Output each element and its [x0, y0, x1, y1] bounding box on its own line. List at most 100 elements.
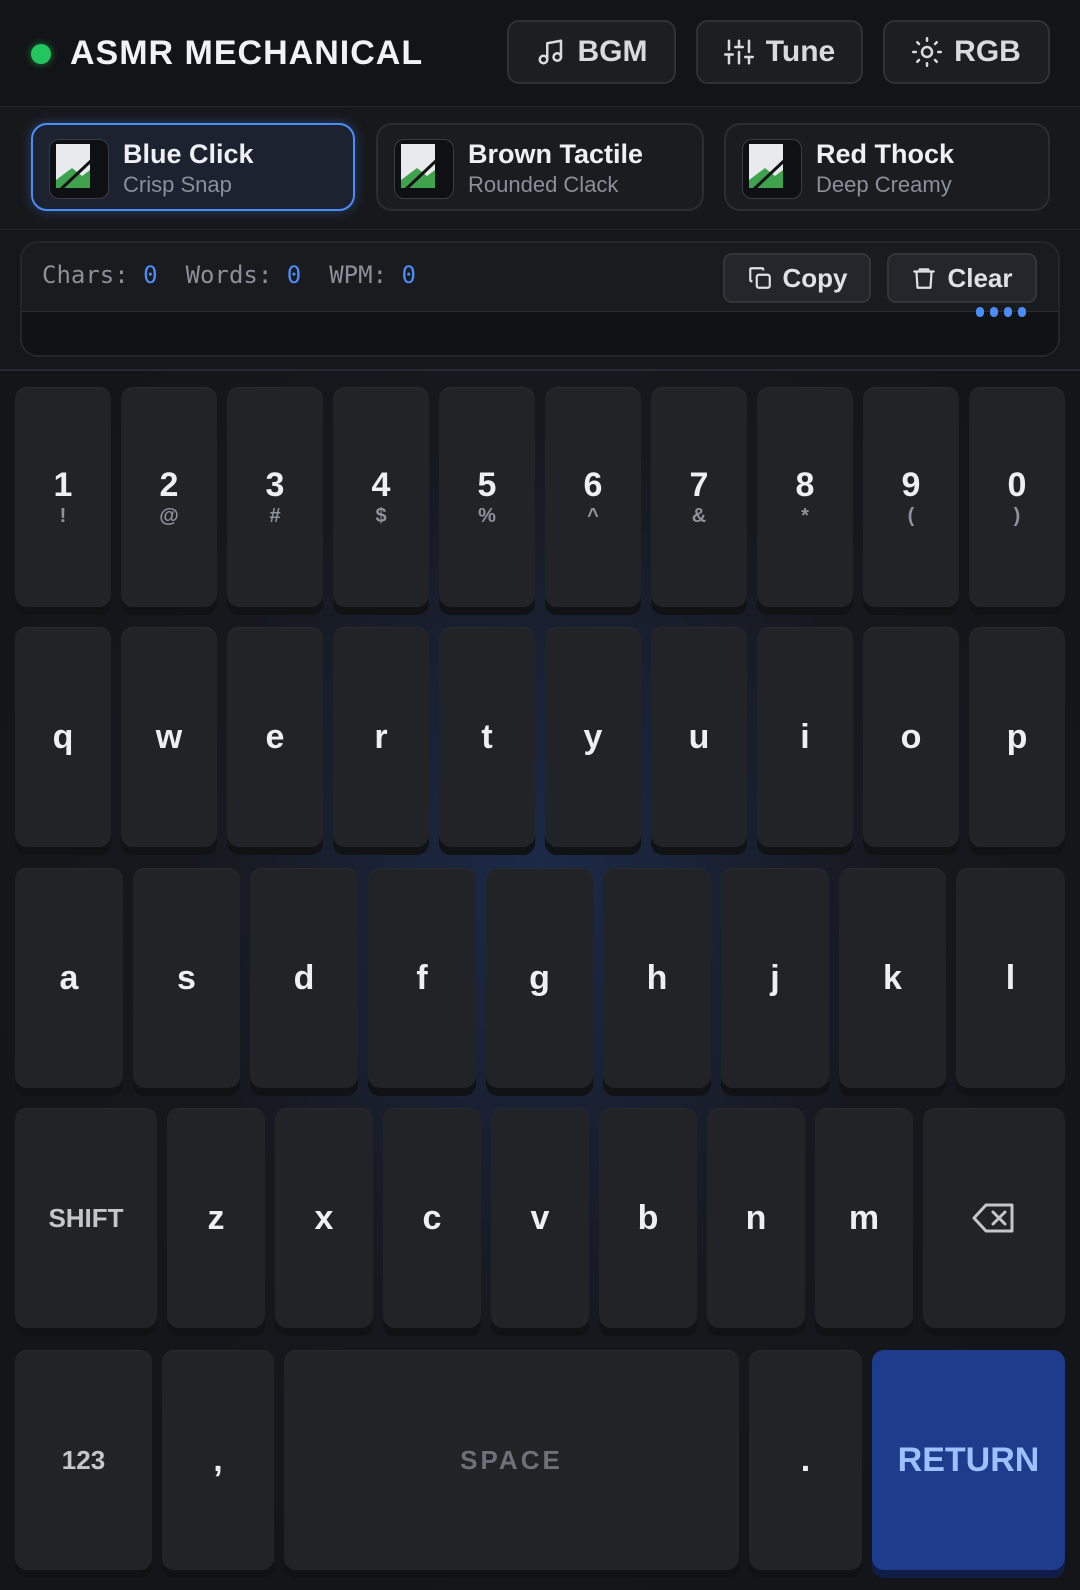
return-key[interactable]: RETURN [872, 1350, 1065, 1570]
key-label: v [530, 1199, 550, 1237]
key-label: f [416, 959, 428, 997]
key-4[interactable]: 4 $ [333, 387, 429, 607]
key-6[interactable]: 6 ^ [545, 387, 641, 607]
trash-icon [913, 268, 936, 289]
key-9[interactable]: 9( [863, 387, 959, 607]
key-h[interactable]: h [603, 868, 711, 1088]
key-label: s [177, 959, 196, 997]
key-q[interactable]: q [15, 627, 111, 847]
key-label: 6 [583, 466, 603, 504]
key-m[interactable]: m [815, 1108, 913, 1328]
key-w[interactable]: w [121, 627, 217, 847]
wpm-value: 0 [401, 261, 416, 289]
rgb-label: RGB [954, 35, 1021, 68]
switch-image [742, 139, 802, 199]
key-s[interactable]: s [133, 868, 240, 1088]
comma-key[interactable]: , [162, 1350, 274, 1570]
key-sublabel: # [269, 505, 281, 527]
key-label: h [646, 959, 668, 997]
clear-button[interactable]: Clear [887, 253, 1037, 303]
words-stat: Words: 0 [186, 261, 302, 289]
key-sublabel: ( [907, 505, 915, 527]
key-label: n [745, 1199, 767, 1237]
key-label: . [800, 1441, 811, 1479]
switch-blue-click[interactable]: Blue Click Crisp Snap [31, 123, 355, 211]
switch-brown-tactile[interactable]: Brown Tactile Rounded Clack [376, 123, 704, 211]
key-p[interactable]: p [969, 627, 1065, 847]
key-i[interactable]: i [757, 627, 853, 847]
key-label: 3 [265, 466, 285, 504]
key-label: 2 [159, 466, 179, 504]
key-label: d [293, 959, 315, 997]
key-c[interactable]: c [383, 1108, 481, 1328]
wpm-stat: WPM: 0 [329, 261, 416, 289]
key-y[interactable]: y [545, 627, 641, 847]
backspace-icon [972, 1203, 1014, 1233]
key-label: c [422, 1199, 442, 1237]
key-label: t [481, 718, 493, 756]
key-sublabel: $ [375, 505, 387, 527]
key-label: g [529, 959, 550, 997]
broken-image-icon [56, 144, 96, 192]
app: ASMR MECHANICAL BGM Tune RGB Blue Click … [0, 0, 1080, 1590]
tune-button[interactable]: Tune [696, 20, 863, 84]
music-note-icon [538, 39, 562, 65]
switch-red-thock[interactable]: Red Thock Deep Creamy [724, 123, 1050, 211]
key-v[interactable]: v [491, 1108, 589, 1328]
key-u[interactable]: u [651, 627, 747, 847]
key-j[interactable]: j [721, 868, 829, 1088]
key-e[interactable]: e [227, 627, 323, 847]
key-z[interactable]: z [167, 1108, 265, 1328]
key-n[interactable]: n [707, 1108, 805, 1328]
period-key[interactable]: . [749, 1350, 862, 1570]
key-8[interactable]: 8 * [757, 387, 853, 607]
key-label: 5 [477, 466, 497, 504]
key-g[interactable]: g [486, 868, 593, 1088]
numbers-key[interactable]: 123 [15, 1350, 152, 1570]
key-x[interactable]: x [275, 1108, 373, 1328]
words-value: 0 [286, 261, 302, 289]
key-sublabel: ! [59, 505, 67, 527]
wpm-label: WPM: [329, 261, 388, 289]
key-f[interactable]: f [368, 868, 476, 1088]
key-k[interactable]: k [839, 868, 946, 1088]
key-label: 7 [689, 466, 709, 504]
key-l[interactable]: l [956, 868, 1065, 1088]
switch-name: Red Thock [816, 139, 955, 169]
key-label: 8 [795, 466, 815, 504]
key-7[interactable]: 7 & [651, 387, 747, 607]
key-label: r [374, 718, 388, 756]
key-3[interactable]: 3 # [227, 387, 323, 607]
typing-area[interactable] [22, 311, 1058, 355]
rgb-button[interactable]: RGB [883, 20, 1050, 84]
key-t[interactable]: t [439, 627, 535, 847]
key-label: 4 [371, 466, 391, 504]
key-b[interactable]: b [599, 1108, 697, 1328]
chars-stat: Chars: 0 [42, 261, 158, 289]
shift-key[interactable]: SHIFT [15, 1108, 157, 1328]
key-label: m [848, 1199, 880, 1237]
key-5[interactable]: 5% [439, 387, 535, 607]
key-label: , [213, 1441, 223, 1479]
typing-indicator [976, 307, 1026, 317]
switch-subtitle: Deep Creamy [816, 172, 952, 197]
key-r[interactable]: r [333, 627, 429, 847]
key-d[interactable]: d [250, 868, 358, 1088]
key-1[interactable]: 1! [15, 387, 111, 607]
key-label: 123 [61, 1445, 106, 1475]
key-a[interactable]: a [15, 868, 123, 1088]
key-label: b [637, 1199, 659, 1237]
key-0[interactable]: 0) [969, 387, 1065, 607]
key-o[interactable]: o [863, 627, 959, 847]
switch-selector: Blue Click Crisp Snap Brown Tactile Roun… [0, 107, 1080, 230]
key-sublabel: ) [1013, 505, 1021, 527]
key-2[interactable]: 2 @ [121, 387, 217, 607]
space-key[interactable]: SPACE [284, 1350, 739, 1570]
backspace-key[interactable] [923, 1108, 1065, 1328]
key-label: y [583, 718, 603, 756]
key-sublabel: * [801, 505, 809, 527]
copy-button[interactable]: Copy [723, 253, 871, 303]
broken-image-icon [401, 144, 441, 192]
key-label: p [1006, 718, 1028, 756]
bgm-button[interactable]: BGM [507, 20, 676, 84]
